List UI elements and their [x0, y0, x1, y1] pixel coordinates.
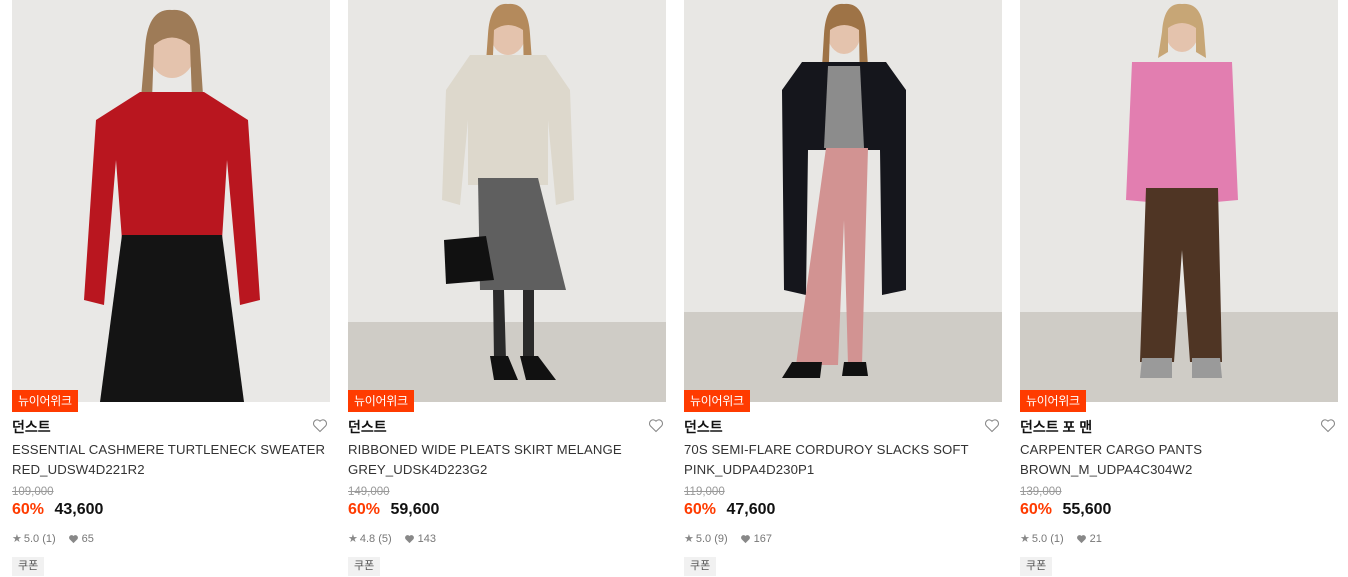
review-stats: ★ 5.0 (1) 21	[1020, 532, 1102, 546]
price-row: 60% 59,600	[348, 501, 439, 519]
model-illustration	[684, 0, 1002, 402]
discount-rate: 60%	[348, 501, 381, 518]
review-stats: ★ 4.8 (5) 143	[348, 532, 437, 546]
rating-text: 5.0 (1)	[1031, 532, 1064, 545]
brand-name[interactable]: 던스트	[12, 417, 51, 437]
sale-price: 47,600	[726, 501, 776, 518]
original-price: 119,000	[684, 486, 725, 498]
review-stats: ★ 5.0 (9) 167	[684, 532, 773, 546]
product-image[interactable]	[348, 0, 666, 402]
product-card[interactable]: 뉴이어위크 던스트 70S SEMI-FLARE CORDUROY SLACKS…	[684, 0, 1002, 577]
heart-filled-icon	[68, 534, 78, 543]
star-icon: ★	[1020, 533, 1030, 545]
heart-outline-icon[interactable]	[648, 418, 664, 433]
like-count: 21	[1089, 532, 1102, 545]
coupon-tag: 쿠폰	[12, 557, 45, 576]
photo-floor	[1020, 312, 1338, 402]
photo-floor	[684, 312, 1002, 402]
price-row: 60% 55,600	[1020, 501, 1111, 519]
original-price: 109,000	[12, 486, 54, 498]
product-image[interactable]	[1020, 0, 1338, 402]
sale-price: 59,600	[390, 501, 440, 518]
sale-price: 43,600	[54, 501, 104, 518]
price-row: 60% 47,600	[684, 501, 775, 519]
brand-name[interactable]: 던스트	[684, 417, 723, 437]
coupon-tag: 쿠폰	[684, 557, 717, 576]
handbag	[444, 236, 494, 284]
like-count: 143	[417, 532, 437, 545]
product-image[interactable]	[12, 0, 330, 402]
star-icon: ★	[684, 533, 694, 545]
heart-filled-icon	[404, 534, 414, 543]
rating-text: 5.0 (1)	[23, 532, 56, 545]
coupon-tag: 쿠폰	[1020, 557, 1053, 576]
product-name[interactable]: ESSENTIAL CASHMERE TURTLENECK SWEATER RE…	[12, 440, 328, 479]
discount-rate: 60%	[1020, 501, 1053, 518]
promo-badge: 뉴이어위크	[684, 390, 750, 412]
heart-filled-icon	[740, 534, 750, 543]
heart-outline-icon[interactable]	[984, 418, 1000, 433]
review-stats: ★ 5.0 (1) 65	[12, 532, 94, 546]
discount-rate: 60%	[12, 501, 45, 518]
star-icon: ★	[12, 533, 22, 545]
product-image[interactable]	[684, 0, 1002, 402]
promo-badge: 뉴이어위크	[348, 390, 414, 412]
heart-outline-icon[interactable]	[312, 418, 328, 433]
brand-name[interactable]: 던스트	[348, 417, 387, 437]
sale-price: 55,600	[1062, 501, 1112, 518]
product-name[interactable]: CARPENTER CARGO PANTS BROWN_M_UDPA4C304W…	[1020, 440, 1336, 479]
price-row: 60% 43,600	[12, 501, 103, 519]
star-icon: ★	[348, 533, 358, 545]
product-card[interactable]: 뉴이어위크 던스트 포 맨 CARPENTER CARGO PANTS BROW…	[1020, 0, 1338, 577]
product-name[interactable]: RIBBONED WIDE PLEATS SKIRT MELANGE GREY_…	[348, 440, 664, 479]
discount-rate: 60%	[684, 501, 717, 518]
coupon-tag: 쿠폰	[348, 557, 381, 576]
model-illustration	[348, 0, 666, 402]
model-illustration	[1020, 0, 1338, 402]
heart-outline-icon[interactable]	[1320, 418, 1336, 433]
product-card[interactable]: 뉴이어위크 던스트 ESSENTIAL CASHMERE TURTLENECK …	[12, 0, 330, 577]
original-price: 139,000	[1020, 486, 1062, 498]
promo-badge: 뉴이어위크	[1020, 390, 1086, 412]
product-card[interactable]: 뉴이어위크 던스트 RIBBONED WIDE PLEATS SKIRT MEL…	[348, 0, 666, 577]
inner-shirt	[824, 66, 864, 148]
rating-text: 4.8 (5)	[359, 532, 392, 545]
original-price: 149,000	[348, 486, 390, 498]
promo-badge: 뉴이어위크	[12, 390, 78, 412]
like-count: 167	[753, 532, 773, 545]
heart-filled-icon	[1076, 534, 1086, 543]
like-count: 65	[81, 532, 94, 545]
model-illustration	[12, 0, 330, 402]
garment-top	[1126, 62, 1238, 202]
rating-text: 5.0 (9)	[695, 532, 728, 545]
brand-name[interactable]: 던스트 포 맨	[1020, 417, 1092, 437]
garment-bottom	[100, 235, 244, 402]
product-name[interactable]: 70S SEMI-FLARE CORDUROY SLACKS SOFT PINK…	[684, 440, 1000, 479]
